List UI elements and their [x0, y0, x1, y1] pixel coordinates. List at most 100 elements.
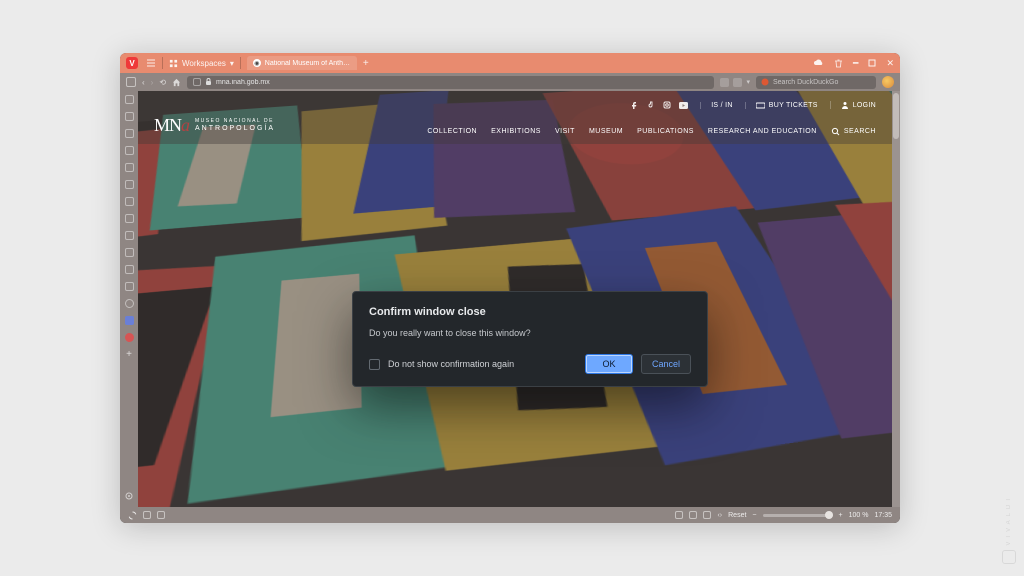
scrollbar-thumb[interactable]: [893, 93, 899, 139]
buy-tickets-label: BUY TICKETS: [769, 102, 818, 109]
tiktok-icon[interactable]: [647, 101, 655, 109]
zoom-out-button[interactable]: −: [752, 512, 756, 519]
logo-mark-icon: MNa: [154, 115, 189, 136]
tab-favicon-icon: ◉: [253, 59, 261, 67]
workspaces-icon: [169, 59, 178, 68]
watermark-text: VIVALDI: [1006, 495, 1012, 546]
nav-reload-button[interactable]: ⟲: [159, 78, 166, 87]
login-label: LOGIN: [853, 102, 876, 109]
facebook-icon[interactable]: [631, 101, 639, 109]
webpanel-1-icon[interactable]: [125, 316, 134, 325]
chevron-down-icon[interactable]: ▾: [746, 78, 750, 86]
vivaldi-watermark-icon: [1002, 550, 1016, 564]
reading-list-panel-icon[interactable]: [125, 112, 134, 121]
trash-icon[interactable]: [834, 59, 843, 68]
profile-avatar-icon[interactable]: [882, 76, 894, 88]
titlebar: V Workspaces ▾ ◉ National Museum of Anth…: [120, 53, 900, 73]
notes-panel-icon[interactable]: [125, 163, 134, 172]
site-info-icon[interactable]: [193, 78, 201, 86]
login-link[interactable]: LOGIN: [830, 101, 876, 109]
window-close-button[interactable]: ✕: [886, 58, 894, 69]
brand-line-2: ANTROPOLOGÍA: [195, 124, 275, 133]
vivaldi-logo-icon[interactable]: V: [126, 57, 138, 69]
instagram-icon[interactable]: [663, 101, 671, 109]
dialog-title: Confirm window close: [369, 306, 691, 318]
panel-toggle-icon[interactable]: [126, 77, 136, 87]
mail-status-icon[interactable]: [143, 511, 151, 519]
menu-icon[interactable]: [146, 58, 156, 68]
window-minimize-button[interactable]: ━: [853, 58, 858, 69]
nav-research[interactable]: RESEARCH AND EDUCATION: [708, 128, 817, 135]
status-bar: ‹› Reset − + 100 % 17:35: [120, 507, 900, 523]
webpanel-2-icon[interactable]: [125, 333, 134, 342]
tabs-panel-icon[interactable]: [125, 214, 134, 223]
sessions-panel-icon[interactable]: [125, 231, 134, 240]
tab-active[interactable]: ◉ National Museum of Anthr…: [247, 56, 357, 70]
panel-sidebar: +: [120, 91, 138, 507]
calendar-status-icon[interactable]: [157, 511, 165, 519]
nav-visit[interactable]: VISIT: [555, 128, 575, 135]
images-toggle-icon[interactable]: [703, 511, 711, 519]
add-panel-button[interactable]: +: [125, 350, 134, 359]
zoom-reset-button[interactable]: Reset: [728, 512, 746, 519]
url-text: mna.inah.gob.mx: [216, 79, 708, 86]
search-input[interactable]: Search DuckDuckGo: [756, 76, 876, 89]
url-input[interactable]: mna.inah.gob.mx: [187, 76, 714, 89]
nav-search-label: SEARCH: [844, 128, 876, 135]
sync-status-icon[interactable]: [128, 511, 137, 520]
nav-collection[interactable]: COLLECTION: [427, 128, 477, 135]
nav-exhibitions[interactable]: EXHIBITIONS: [491, 128, 541, 135]
nav-search[interactable]: SEARCH: [831, 127, 876, 136]
ticket-icon: [756, 102, 765, 109]
search-icon: [831, 127, 840, 136]
main-nav: COLLECTION EXHIBITIONS VISIT MUSEUM PUBL…: [427, 127, 876, 136]
settings-icon[interactable]: [124, 491, 134, 501]
ok-button[interactable]: OK: [585, 354, 633, 374]
window-maximize-button[interactable]: [868, 59, 876, 67]
search-engine-icon: [761, 78, 769, 86]
workspaces-label: Workspaces: [182, 59, 226, 68]
page-viewport: IS / IN BUY TICKETS LOGIN: [138, 91, 892, 507]
extension-icon[interactable]: [720, 78, 729, 87]
zoom-slider[interactable]: [763, 514, 833, 517]
chevron-down-icon: ▾: [230, 59, 234, 68]
dont-show-again-checkbox[interactable]: [369, 359, 380, 370]
tab-title: National Museum of Anthr…: [265, 60, 351, 67]
workspaces-button[interactable]: Workspaces ▾: [169, 59, 234, 68]
calendar-panel-icon[interactable]: [125, 265, 134, 274]
page-scrollbar[interactable]: [892, 91, 900, 507]
zoom-slider-knob[interactable]: [825, 511, 833, 519]
youtube-icon[interactable]: [679, 102, 688, 109]
translate-panel-icon[interactable]: [125, 180, 134, 189]
page-actions-icon[interactable]: ‹›: [717, 512, 722, 519]
zoom-in-button[interactable]: +: [839, 512, 843, 519]
downloads-panel-icon[interactable]: [125, 129, 134, 138]
tiling-icon[interactable]: [689, 511, 697, 519]
nav-publications[interactable]: PUBLICATIONS: [637, 128, 694, 135]
window-panel-icon[interactable]: [125, 197, 134, 206]
clock: 17:35: [874, 512, 892, 519]
cloud-sync-icon[interactable]: [813, 59, 824, 67]
feeds-panel-icon[interactable]: [125, 282, 134, 291]
reader-icon[interactable]: [733, 78, 742, 87]
cancel-button[interactable]: Cancel: [641, 354, 691, 374]
dialog-message: Do you really want to close this window?: [369, 328, 691, 338]
contacts-panel-icon[interactable]: [125, 299, 134, 308]
nav-museum[interactable]: MUSEUM: [589, 128, 623, 135]
capture-icon[interactable]: [675, 511, 683, 519]
buy-tickets-link[interactable]: BUY TICKETS: [745, 102, 818, 109]
user-icon: [841, 101, 849, 109]
history-panel-icon[interactable]: [125, 146, 134, 155]
zoom-value: 100 %: [849, 512, 869, 519]
nav-home-button[interactable]: [172, 78, 181, 87]
nav-back-button[interactable]: ‹: [142, 78, 145, 87]
new-tab-button[interactable]: +: [363, 58, 369, 69]
language-toggle[interactable]: IS / IN: [700, 102, 733, 109]
site-header: IS / IN BUY TICKETS LOGIN: [138, 91, 892, 144]
address-bar: ‹ › ⟲ mna.inah.gob.mx ▾ Search DuckDuckG…: [120, 73, 900, 91]
bookmarks-panel-icon[interactable]: [125, 95, 134, 104]
mail-panel-icon[interactable]: [125, 248, 134, 257]
nav-forward-button[interactable]: ›: [151, 78, 154, 87]
vivaldi-watermark: VIVALDI: [1002, 495, 1016, 564]
site-logo[interactable]: MNa MUSEO NACIONAL DE ANTROPOLOGÍA: [154, 115, 275, 136]
